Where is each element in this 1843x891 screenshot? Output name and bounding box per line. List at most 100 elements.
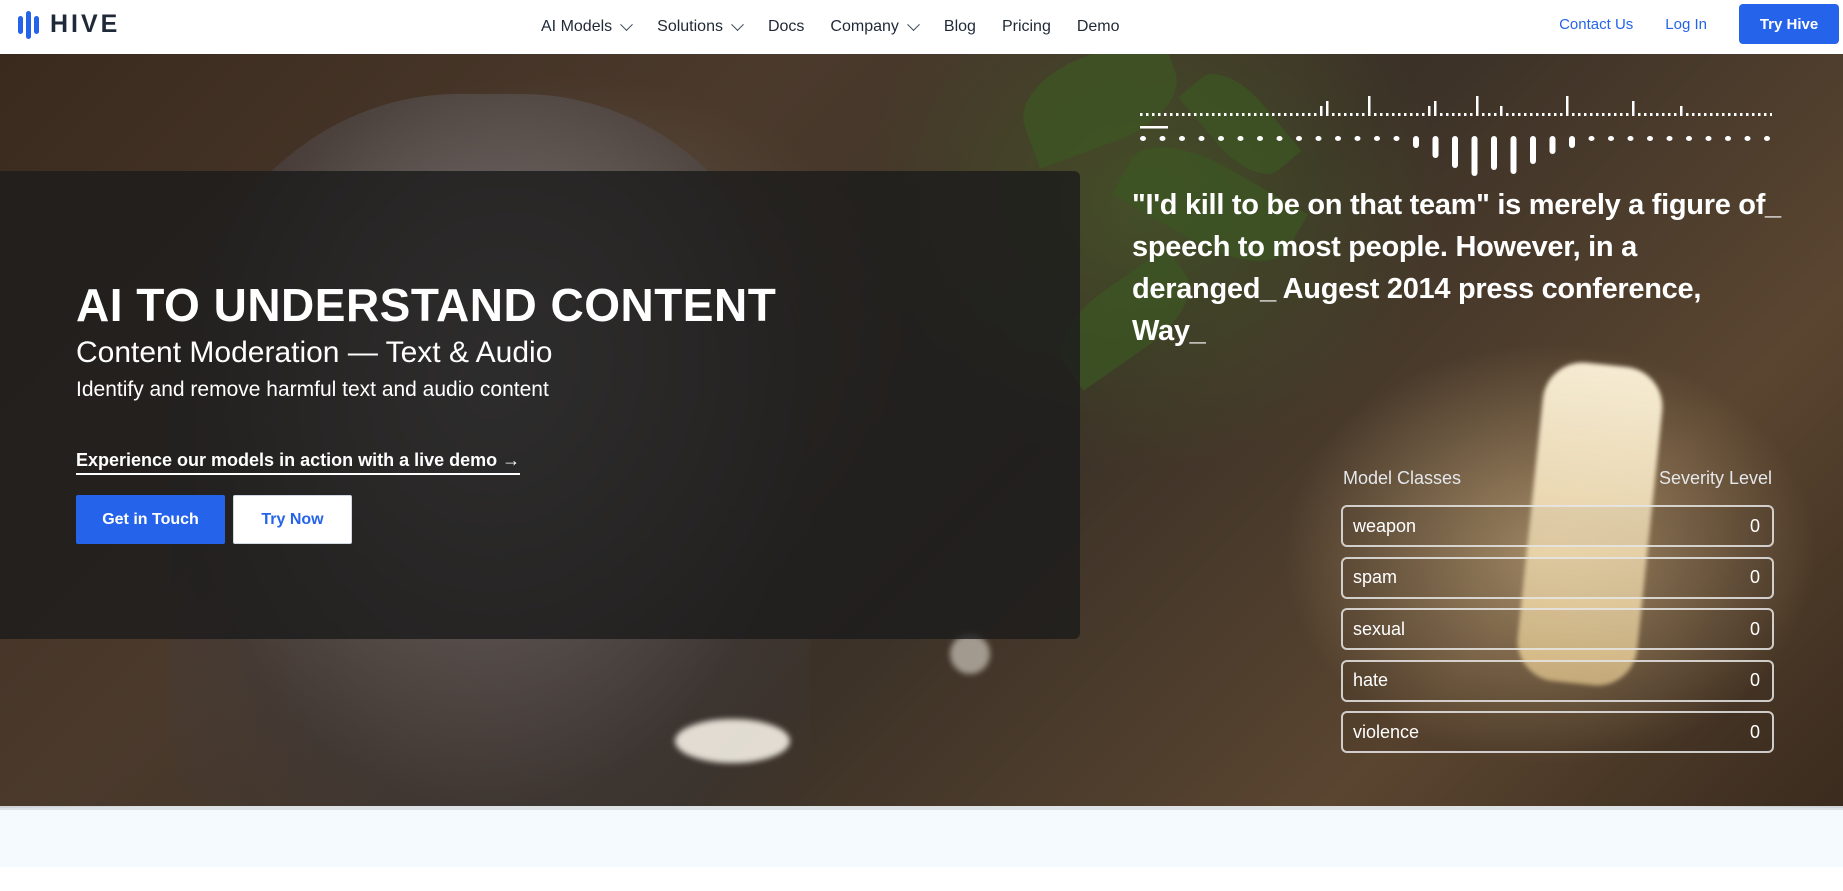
waveform-bar xyxy=(1278,113,1281,116)
waveform-bar xyxy=(1248,113,1251,116)
nav-pricing-label: Pricing xyxy=(1001,18,1051,35)
contact-us-link[interactable]: Contact Us xyxy=(1559,16,1633,33)
class-severity: 0 xyxy=(1749,721,1760,742)
get-in-touch-button[interactable]: Get in Touch xyxy=(76,495,225,544)
waveform-pill xyxy=(1374,136,1380,141)
hero-section: AI TO UNDERSTAND CONTENT Content Moderat… xyxy=(0,54,1843,810)
waveform-cursor xyxy=(1140,126,1168,129)
waveform-bar xyxy=(1734,113,1737,116)
nav-blog[interactable]: Blog xyxy=(944,18,976,36)
waveform-bar xyxy=(1416,113,1419,116)
waveform-bar xyxy=(1188,113,1191,116)
waveform-bar xyxy=(1152,113,1155,116)
class-name: hate xyxy=(1353,670,1389,690)
nav-company-label: Company xyxy=(830,18,899,35)
try-hive-button[interactable]: Try Hive xyxy=(1739,4,1839,44)
waveform-bar xyxy=(1716,113,1719,116)
waveform-bar xyxy=(1410,113,1413,116)
waveform-bar xyxy=(1752,113,1755,116)
waveform-pill xyxy=(1296,136,1302,141)
waveform-bar xyxy=(1674,113,1677,116)
class-name: sexual xyxy=(1353,618,1406,639)
waveform-bar xyxy=(1458,113,1461,116)
waveform-bar xyxy=(1218,113,1221,116)
waveform-bar xyxy=(1626,113,1629,116)
waveform-pill xyxy=(1627,136,1634,141)
model-classes-header: Model Classes Severity Level xyxy=(1343,468,1772,489)
waveform-pill xyxy=(1471,136,1478,176)
waveform-bar xyxy=(1200,113,1203,116)
waveform-pill xyxy=(1491,136,1497,170)
nav-company[interactable]: Company xyxy=(830,17,920,36)
hero-title: AI TO UNDERSTAND CONTENT xyxy=(76,279,777,331)
waveform-pill xyxy=(1257,136,1263,141)
waveform-bar xyxy=(1686,113,1689,116)
waveform-bar xyxy=(1392,113,1395,116)
waveform-bar xyxy=(1542,113,1545,116)
waveform-pill xyxy=(1179,136,1185,141)
class-name: violence xyxy=(1353,721,1420,742)
waveform-pill xyxy=(1666,136,1673,141)
waveform-bar xyxy=(1644,113,1647,116)
waveform-bar xyxy=(1704,113,1707,116)
waveform-bar xyxy=(1536,113,1539,116)
waveform-bar xyxy=(1638,113,1641,116)
waveform-bar xyxy=(1578,113,1581,116)
nav-blog-label: Blog xyxy=(943,18,976,35)
waveform-bar xyxy=(1488,113,1491,116)
waveform-bar xyxy=(1236,113,1239,116)
top-navigation: HIVE AI Models Solutions Docs Company Bl… xyxy=(0,0,1843,54)
waveform-bar xyxy=(1446,113,1449,116)
hive-logo[interactable]: HIVE xyxy=(18,10,120,39)
waveform-bar xyxy=(1374,113,1377,116)
waveform-bar xyxy=(1560,113,1563,116)
nav-docs[interactable]: Docs xyxy=(768,18,804,36)
live-demo-link[interactable]: Experience our models in action with a l… xyxy=(76,450,521,475)
waveform-pill xyxy=(1705,136,1712,141)
waveform-bar xyxy=(1224,113,1227,116)
waveform-bar xyxy=(1350,113,1353,116)
nav-docs-label: Docs xyxy=(767,18,805,35)
waveform-bar xyxy=(1308,113,1311,116)
class-row-violence: violence 0 xyxy=(1341,711,1774,753)
waveform-bar xyxy=(1524,113,1527,116)
hive-logo-icon xyxy=(18,10,42,39)
waveform-pill xyxy=(1354,136,1361,141)
log-in-link[interactable]: Log In xyxy=(1665,16,1707,33)
nav-solutions[interactable]: Solutions xyxy=(657,17,744,36)
brand-name: HIVE xyxy=(50,10,121,38)
waveform-bar xyxy=(1140,113,1143,116)
waveform-bar xyxy=(1428,106,1431,116)
waveform-bar xyxy=(1656,113,1659,116)
waveform-bar xyxy=(1272,113,1275,116)
waveform-bar xyxy=(1614,113,1617,116)
waveform-pill xyxy=(1198,136,1205,141)
class-severity: 0 xyxy=(1749,618,1760,639)
waveform-pill xyxy=(1393,136,1400,141)
waveform-pill xyxy=(1159,136,1166,141)
class-severity: 0 xyxy=(1749,670,1760,690)
waveform-bar xyxy=(1332,113,1335,116)
waveform-pill xyxy=(1725,136,1731,141)
waveform-bar xyxy=(1320,106,1323,116)
waveform-bar xyxy=(1362,113,1365,116)
waveform-pill xyxy=(1510,136,1517,174)
hero-description: Identify and remove harmful text and aud… xyxy=(76,378,549,401)
nav-pricing[interactable]: Pricing xyxy=(1002,18,1051,36)
waveform-bar xyxy=(1632,101,1635,116)
try-now-button[interactable]: Try Now xyxy=(233,495,352,544)
class-severity: 0 xyxy=(1749,515,1760,536)
waveform-pill xyxy=(1218,136,1224,141)
model-classes-list: weapon 0 spam 0 sexual 0 hate 0 violence… xyxy=(1341,505,1774,763)
nav-ai-models[interactable]: AI Models xyxy=(541,17,634,36)
nav-demo[interactable]: Demo xyxy=(1077,18,1120,36)
nav-links: AI Models Solutions Docs Company Blog Pr… xyxy=(541,0,1120,54)
waveform-bar xyxy=(1740,113,1743,116)
waveform-bar xyxy=(1326,101,1329,116)
chevron-down-icon xyxy=(620,17,634,31)
waveform-bar xyxy=(1242,113,1245,116)
lower-section-band xyxy=(0,810,1843,867)
waveform-pill xyxy=(1452,136,1458,168)
waveform-bar xyxy=(1650,113,1653,116)
waveform-bar xyxy=(1422,113,1425,116)
